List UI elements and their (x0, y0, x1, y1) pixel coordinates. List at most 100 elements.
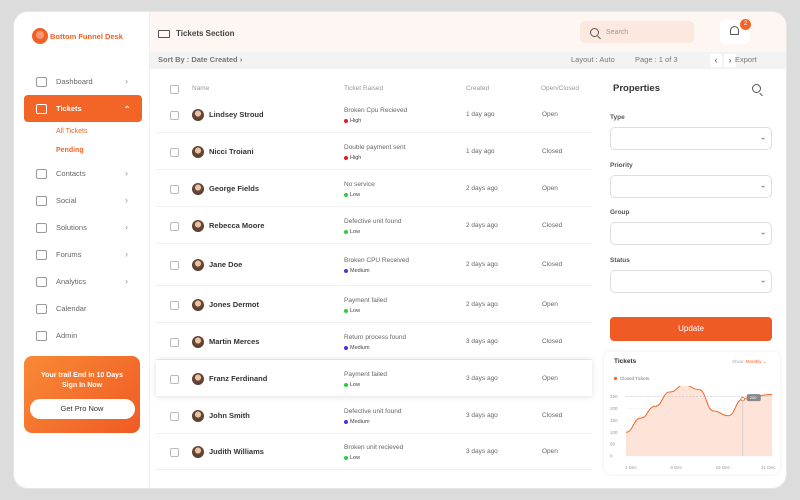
row-checkbox[interactable] (170, 448, 179, 457)
table-row[interactable]: Jane Doe Broken CPU Received Medium 2 days … (156, 244, 592, 286)
table-row[interactable]: Nicci Troiani Double payment sent High 1 da… (156, 133, 592, 170)
ticket-customer-name[interactable]: Nicci Troiani (209, 147, 254, 156)
status-select[interactable]: › (610, 270, 772, 293)
prev-page-button[interactable]: ‹ (710, 54, 722, 67)
export-button[interactable]: Export (735, 55, 757, 64)
priority-label: Low (350, 455, 361, 461)
properties-panel: Properties Update Type › Priority › Group › St… (602, 72, 786, 358)
priority-dot-icon (344, 346, 348, 350)
priority-select[interactable]: › (610, 175, 772, 198)
ticket-status: Closed (542, 261, 563, 268)
table-row[interactable]: Jones Dermot Payment failed Low 2 days ago O… (156, 286, 592, 323)
priority-label: High (350, 155, 362, 161)
ticket-customer-name[interactable]: John Smith (209, 411, 250, 420)
row-checkbox[interactable] (170, 185, 179, 194)
sidebar-item-label: Contacts (56, 169, 86, 178)
y-tick-label: 0 (610, 454, 613, 459)
row-checkbox[interactable] (170, 338, 179, 347)
sidebar-item-social[interactable]: Social › (24, 187, 142, 214)
ticket-customer-name[interactable]: Judith Williams (209, 447, 264, 456)
brand-logo[interactable]: Bottom Funnel Desk (32, 28, 123, 44)
row-checkbox[interactable] (170, 301, 179, 310)
sidebar-item-label: Forums (56, 250, 82, 259)
sidebar-item-forums[interactable]: Forums › (24, 241, 142, 268)
priority-label: Medium (350, 345, 370, 351)
table-row[interactable]: Martin Merces Return process found Medium 3… (156, 323, 592, 360)
chevron-down-icon: › (759, 280, 769, 283)
chevron-down-icon: ⌄ (762, 359, 767, 364)
ticket-customer-name[interactable]: George Fields (209, 184, 259, 193)
admin-icon (36, 330, 47, 341)
table-row[interactable]: John Smith Defective unit found Medium 3 da… (156, 397, 592, 434)
sidebar-nav: Dashboard › Tickets › All Tickets Pending Cont… (24, 68, 142, 349)
sidebar-item-admin[interactable]: Admin (24, 322, 142, 349)
priority-badge: High (344, 118, 361, 124)
ticket-status: Closed (542, 338, 563, 345)
priority-label: Medium (350, 419, 370, 425)
sidebar-subitem-all-tickets[interactable]: All Tickets (24, 122, 142, 141)
priority-dot-icon (344, 456, 348, 460)
row-checkbox[interactable] (170, 222, 179, 231)
table-row[interactable]: Franz Ferdinand Payment failed Low 3 days a… (156, 360, 592, 397)
sidebar-item-analytics[interactable]: Analytics › (24, 268, 142, 295)
sidebar-item-tickets[interactable]: Tickets › (24, 95, 142, 122)
x-tick-label: 16 Dec (716, 465, 731, 470)
ticket-issue: Return process found (344, 334, 407, 341)
social-icon (36, 195, 47, 206)
get-pro-button[interactable]: Get Pro Now (29, 399, 135, 419)
ticket-customer-name[interactable]: Lindsey Stroud (209, 110, 264, 119)
sidebar-item-contacts[interactable]: Contacts › (24, 160, 142, 187)
ticket-customer-name[interactable]: Franz Ferdinand (209, 374, 267, 383)
layout-selector[interactable]: Layout : Auto (571, 55, 615, 64)
app-window: Bottom Funnel Desk Dashboard › Tickets › All… (14, 12, 786, 488)
row-checkbox[interactable] (170, 261, 179, 270)
ticket-status: Closed (542, 412, 563, 419)
update-button[interactable]: Update (610, 317, 772, 341)
ticket-customer-name[interactable]: Martin Merces (209, 337, 259, 346)
avatar (192, 146, 204, 158)
sidebar-item-calendar[interactable]: Calendar (24, 295, 142, 322)
ticket-icon (158, 29, 170, 38)
select-all-checkbox[interactable] (170, 85, 179, 94)
row-checkbox[interactable] (170, 148, 179, 157)
sort-dropdown[interactable]: Sort By : Date Created › (158, 55, 242, 64)
search-icon[interactable] (752, 84, 761, 93)
avatar (192, 373, 204, 385)
notifications-button[interactable]: 2 (720, 19, 751, 44)
sidebar-item-solutions[interactable]: Solutions › (24, 214, 142, 241)
solutions-icon (36, 222, 47, 233)
ticket-created: 1 day ago (466, 148, 495, 155)
chart-period-dropdown[interactable]: Show: Monthly ⌄ (732, 359, 767, 365)
priority-dot-icon (344, 309, 348, 313)
avatar (192, 336, 204, 348)
row-checkbox[interactable] (170, 375, 179, 384)
ticket-customer-name[interactable]: Jane Doe (209, 260, 242, 269)
table-row[interactable]: Judith Williams Broken unit recieved Low 3 … (156, 434, 592, 470)
sidebar-item-label: Analytics (56, 277, 87, 286)
chevron-down-icon: › (759, 185, 769, 188)
type-select[interactable]: › (610, 127, 772, 150)
table-row[interactable]: George Fields No service Low 2 days ago Open (156, 170, 592, 207)
row-checkbox[interactable] (170, 111, 179, 120)
ticket-issue: Payment failed (344, 297, 387, 304)
ticket-created: 2 days ago (466, 301, 498, 308)
ticket-status: Open (542, 301, 558, 308)
sidebar-item-label: Dashboard (56, 77, 93, 86)
priority-badge: Medium (344, 345, 370, 351)
sidebar-item-dashboard[interactable]: Dashboard › (24, 68, 142, 95)
ticket-customer-name[interactable]: Rebecca Moore (209, 221, 264, 230)
group-select[interactable]: › (610, 222, 772, 245)
sidebar-subitem-pending[interactable]: Pending (24, 141, 142, 160)
table-row[interactable]: Rebecca Moore Defective unit found Low 2 da… (156, 207, 592, 244)
ticket-issue: Defective unit found (344, 408, 402, 415)
search-input[interactable]: Search (580, 21, 694, 43)
table-row[interactable]: Lindsey Stroud Broken Cpu Recieved High 1 d… (156, 96, 592, 133)
notification-badge: 2 (740, 19, 751, 30)
ticket-customer-name[interactable]: Jones Dermot (209, 300, 259, 309)
analytics-icon (36, 276, 47, 287)
row-checkbox[interactable] (170, 412, 179, 421)
priority-label: Priority (610, 162, 633, 169)
header-status: Open/Closed (541, 85, 579, 92)
header-issue: Ticket Raised (344, 85, 384, 92)
ticket-created: 3 days ago (466, 338, 498, 345)
